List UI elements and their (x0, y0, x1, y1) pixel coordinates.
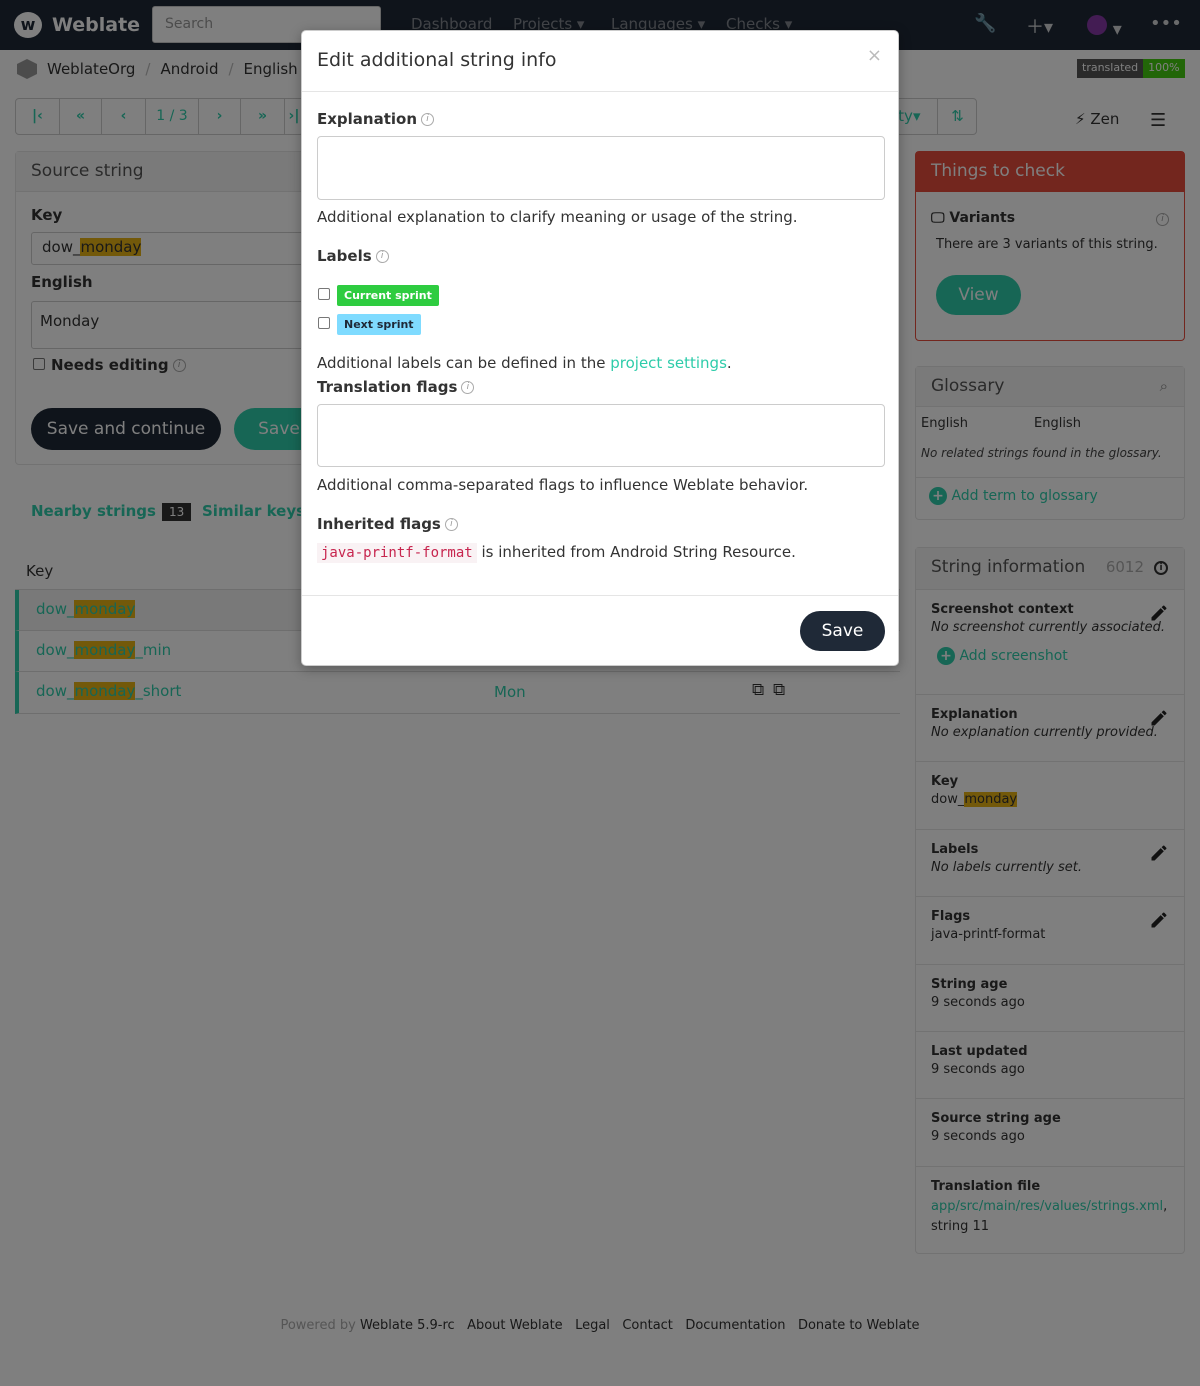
edit-string-info-modal: Edit additional string info × Explanatio… (301, 30, 899, 666)
modal-save-button[interactable]: Save (800, 611, 885, 651)
project-settings-link[interactable]: project settings (610, 354, 727, 372)
label-next-sprint: Next sprint (337, 314, 421, 335)
explanation-label-text: Explanation (317, 110, 418, 128)
explanation-label: Explanation i (317, 110, 435, 128)
info-icon[interactable]: i (375, 250, 389, 263)
translation-flags-help: Additional comma-separated flags to infl… (317, 476, 809, 494)
modal-footer-divider (302, 595, 898, 596)
inherited-flag-code: java-printf-format (317, 543, 477, 563)
close-icon[interactable]: × (867, 45, 882, 66)
labels-label: Labels i (317, 247, 389, 265)
translation-flags-textarea[interactable] (317, 404, 885, 467)
label-next-sprint-checkbox[interactable] (318, 317, 330, 329)
label-current-sprint: Current sprint (337, 285, 439, 306)
labels-help-pre: Additional labels can be defined in the (317, 354, 606, 372)
inherited-flags-value: java-printf-format is inherited from And… (317, 543, 796, 563)
modal-header-divider (302, 91, 898, 92)
label-current-sprint-checkbox[interactable] (318, 288, 330, 300)
translation-flags-label: Translation flags i (317, 378, 475, 396)
labels-help: Additional labels can be defined in the … (317, 354, 732, 372)
inherited-flags-label: Inherited flags i (317, 515, 458, 533)
explanation-help: Additional explanation to clarify meanin… (317, 208, 798, 226)
modal-title: Edit additional string info (317, 49, 557, 71)
info-icon[interactable]: i (444, 518, 458, 531)
inherited-flags-label-text: Inherited flags (317, 515, 441, 533)
labels-label-text: Labels (317, 247, 372, 265)
explanation-textarea[interactable] (317, 136, 885, 200)
info-icon[interactable]: i (461, 381, 475, 394)
inherited-flags-text: is inherited from Android String Resourc… (481, 543, 796, 561)
info-icon[interactable]: i (421, 113, 435, 126)
labels-help-post: . (726, 354, 732, 372)
translation-flags-label-text: Translation flags (317, 378, 458, 396)
